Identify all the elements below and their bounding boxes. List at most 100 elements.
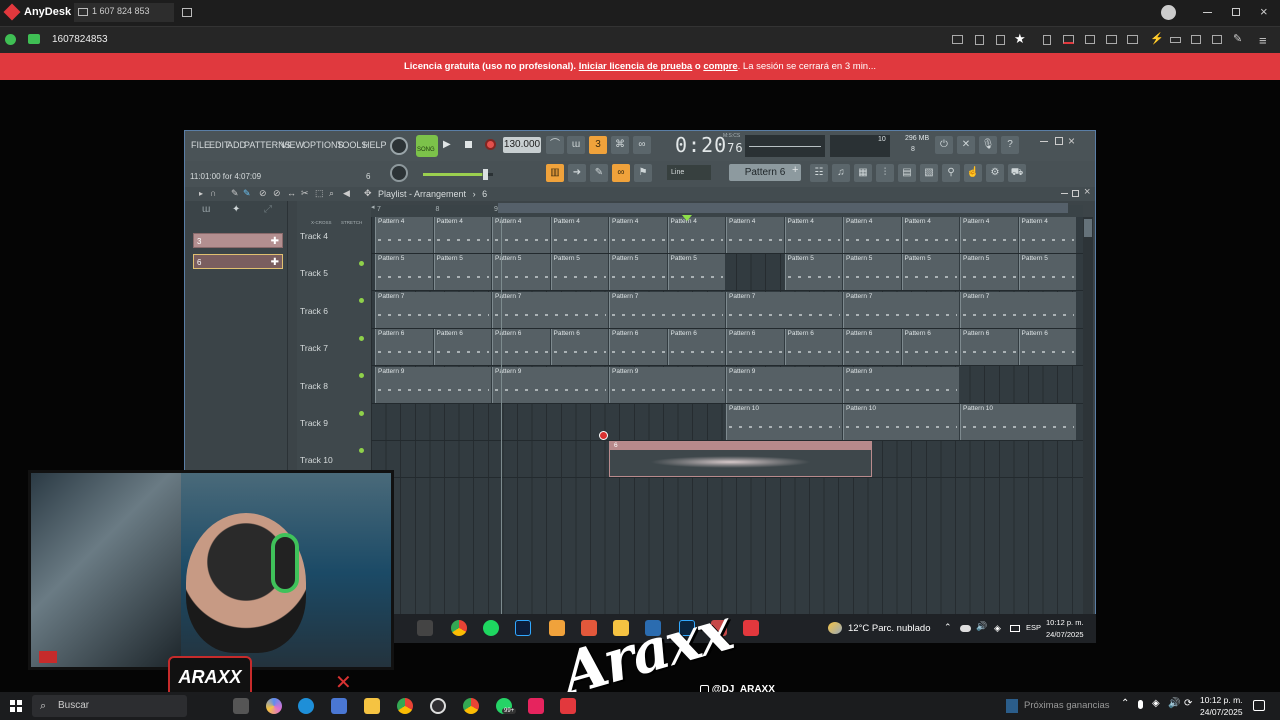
search-box[interactable]: ⌕ Buscar [32,695,187,717]
help-icon[interactable]: ? [1001,136,1019,154]
magnet-icon[interactable]: ∩ [210,188,216,198]
tray-network-icon[interactable]: ◈ [994,623,1001,634]
audio-clip[interactable]: 6 [609,441,873,478]
playlist-grid[interactable]: Pattern 4 Pattern 4 Pattern 4 Pattern 4 Patt… [371,217,1083,617]
piano-icon[interactable]: ♫ [832,164,850,182]
mute-tool-icon[interactable]: ⊘ [273,188,281,199]
track-name[interactable]: Track 4 [300,231,328,241]
buy-link[interactable]: compre [703,61,737,72]
widget-notice[interactable]: Próximas ganancias [1024,700,1110,711]
select-tool-icon[interactable]: ⬚ [315,188,324,199]
local-tray-speaker-icon[interactable]: 🔊 [1168,698,1180,709]
pattern-clip[interactable]: Pattern 5 [609,254,667,291]
keyboard-icon[interactable] [1170,37,1181,43]
start-trial-link[interactable]: Iniciar licencia de prueba [579,61,693,72]
playlist-lane[interactable]: Pattern 10 Pattern 10 Pattern 10 [371,404,1083,441]
anydesk-local-icon[interactable] [560,698,576,714]
metronome-icon[interactable]: ⌒ [546,136,564,154]
arrow-right-icon[interactable]: ➜ [568,164,586,182]
cpu-power-icon[interactable]: ⏻ [935,136,953,154]
pattern-clip[interactable]: Pattern 5 [960,254,1018,291]
store-icon[interactable] [331,698,347,714]
pattern-clip[interactable]: Pattern 4 [901,217,959,253]
microphone-icon[interactable]: 🎙 [979,136,997,154]
tempo-knob[interactable] [390,164,408,182]
mixer-icon[interactable]: ⫶ [876,164,894,182]
vertical-scrollbar[interactable] [1083,217,1093,617]
vertical-scrollbar-thumb[interactable] [1084,219,1092,237]
cart-icon[interactable]: ⛟ [1008,164,1026,182]
tray-chevron-icon[interactable]: ⌃ [944,622,952,633]
screenshot-icon[interactable] [1085,35,1095,44]
pattern-clip[interactable]: Pattern 6 [960,329,1018,366]
slip-tool-icon[interactable]: ↔ [287,188,296,198]
minimize-icon[interactable] [1203,12,1212,13]
pattern-clip[interactable]: Pattern 6 [433,329,491,366]
tray-cloud-icon[interactable] [960,625,971,632]
close-icon[interactable]: × [1260,4,1268,19]
scroll-left-arrow-icon[interactable]: ◂ [371,203,375,211]
pattern-clip[interactable]: Pattern 6 [550,329,608,366]
playlist-lane[interactable]: Pattern 9 Pattern 9 Pattern 9 Pattern 9 Patt… [371,366,1083,404]
track-name[interactable]: Track 9 [300,418,328,428]
pattern-clip[interactable]: Pattern 6 [609,329,667,366]
play-icon[interactable]: ▶ [443,139,451,150]
slice-tool-icon[interactable]: ✂ [301,188,309,199]
file-transfer-icon[interactable] [975,35,984,45]
pattern-clip[interactable]: Pattern 4 [784,217,842,253]
pattern-clip[interactable]: Pattern 9 [375,366,491,403]
edge-icon[interactable] [298,698,314,714]
pattern-clip[interactable]: Pattern 6 [375,329,433,366]
pattern-clip[interactable]: Pattern 9 [726,366,842,403]
add-pattern-icon[interactable]: + [792,164,798,176]
pattern-clip[interactable]: Pattern 4 [550,217,608,253]
remote-address[interactable]: 1607824853 [52,34,108,45]
track-enable-led[interactable] [359,448,364,453]
fl-studio-icon[interactable] [549,620,565,636]
track-name[interactable]: Track 10 [300,455,333,465]
track-enable-led[interactable] [359,261,364,266]
pattern-clip[interactable]: Pattern 5 [550,254,608,291]
picker-add-icon[interactable]: ✚ [271,234,279,249]
widget-icon[interactable] [1006,699,1018,713]
document-icon[interactable] [1043,35,1051,45]
playlist-lane[interactable]: 6 [371,441,1083,479]
pattern-clip[interactable]: Pattern 5 [843,254,901,291]
step-edit-icon[interactable]: ⌘ [611,136,629,154]
track-name[interactable]: Track 8 [300,381,328,391]
wrench-icon[interactable]: ✕ [957,136,975,154]
taskview-icon[interactable] [417,620,433,636]
pattern-clip[interactable]: Pattern 4 [960,217,1018,253]
pattern-clip[interactable]: Pattern 5 [1018,254,1076,291]
pattern-clip[interactable]: Pattern 4 [726,217,784,253]
fl-restore-icon[interactable] [1055,137,1063,145]
snap-selector[interactable]: Line [667,165,711,180]
pattern-clip[interactable]: Pattern 6 [784,329,842,366]
track-name[interactable]: Track 7 [300,343,328,353]
pattern-clip[interactable]: Pattern 7 [960,291,1076,328]
zoom-tool-icon[interactable]: ⌕ [329,188,334,199]
piano-roll-icon[interactable]: ▥ [546,164,564,182]
menu-file[interactable]: FILE [191,140,210,150]
link-icon[interactable]: ∞ [612,164,630,182]
pattern-clip[interactable]: Pattern 5 [784,254,842,291]
track-enable-led[interactable] [359,410,364,416]
picker-item[interactable]: 6 ✚ [193,254,283,269]
copilot-icon[interactable] [266,698,282,714]
song-position-marker-icon[interactable] [682,215,692,221]
pattern-clip[interactable]: Pattern 10 [960,404,1076,440]
pattern-clip[interactable]: Pattern 10 [726,404,842,440]
tiktok-icon[interactable] [528,698,544,714]
fl-minimize-icon[interactable] [1040,141,1048,142]
playlist-lane[interactable]: Pattern 6 Pattern 6 Pattern 6 Pattern 6 Patt… [371,329,1083,367]
stamp-icon[interactable]: ⚑ [634,164,652,182]
pattern-clip[interactable]: Pattern 7 [726,291,842,328]
account-icon[interactable] [1161,5,1176,20]
playlist-arrows-icon[interactable]: ✥ [364,188,372,199]
pattern-clip[interactable]: Pattern 10 [843,404,959,440]
tempo-display[interactable]: 130.000 [503,137,541,153]
pattern-clip[interactable]: Pattern 7 [609,291,725,328]
remote-clock[interactable]: 10:12 p. m. 24/07/2025 [1046,617,1084,641]
photoshop-icon[interactable] [515,620,531,636]
menu-icon[interactable]: ≡ [1259,33,1267,48]
